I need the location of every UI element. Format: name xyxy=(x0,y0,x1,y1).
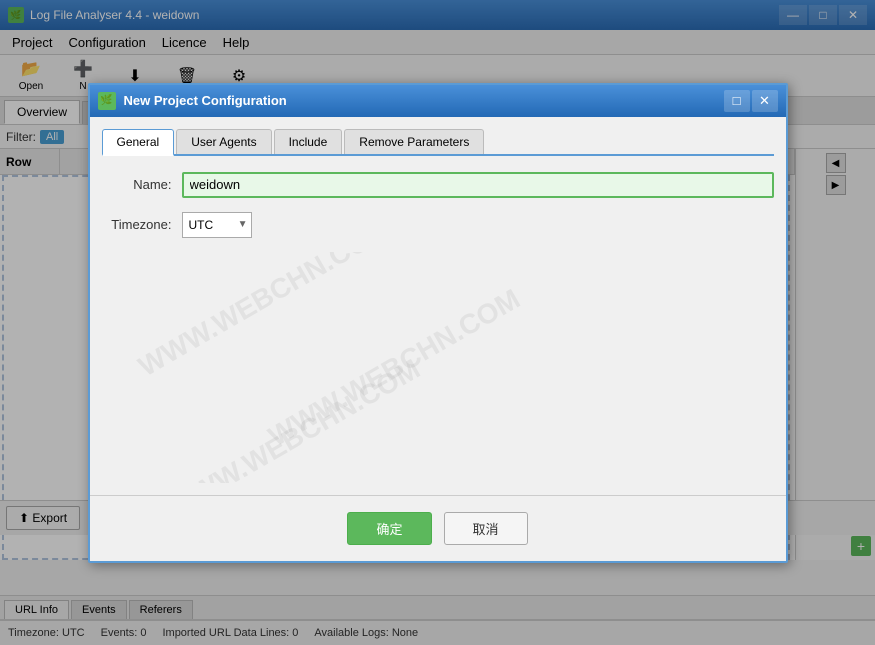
watermark-3: WWW.WEBCHN.COM xyxy=(163,352,425,482)
dialog-tab-general[interactable]: General xyxy=(102,129,175,156)
dialog-titlebar: 🌿 New Project Configuration □ ✕ xyxy=(90,85,786,117)
watermark-1: WWW.WEBCHN.COM xyxy=(133,252,395,383)
form-name-row: Name: xyxy=(102,172,774,198)
timezone-select-wrapper: UTC EST PST GMT CST ▼ xyxy=(182,212,252,238)
dialog-icon: 🌿 xyxy=(98,92,116,110)
form-timezone-row: Timezone: UTC EST PST GMT CST ▼ xyxy=(102,212,774,238)
confirm-button[interactable]: 确定 xyxy=(347,512,431,545)
name-input[interactable] xyxy=(182,172,774,198)
dialog-controls: □ ✕ xyxy=(724,90,778,112)
dialog-footer: 确定 取消 xyxy=(90,495,786,561)
dialog-content: General User Agents Include Remove Param… xyxy=(90,117,786,495)
dialog-title: New Project Configuration xyxy=(124,93,724,108)
dialog-tab-include[interactable]: Include xyxy=(274,129,343,154)
dialog-tab-remove-parameters[interactable]: Remove Parameters xyxy=(344,129,484,154)
dialog-maximize-button[interactable]: □ xyxy=(724,90,750,112)
dialog-tab-user-agents[interactable]: User Agents xyxy=(176,129,271,154)
dialog-tabs: General User Agents Include Remove Param… xyxy=(102,129,774,156)
modal-overlay: 🌿 New Project Configuration □ ✕ General … xyxy=(0,0,875,645)
watermark-2: WWW.WEBCHN.COM xyxy=(263,282,525,452)
dialog-close-button[interactable]: ✕ xyxy=(752,90,778,112)
dialog-new-project: 🌿 New Project Configuration □ ✕ General … xyxy=(88,83,788,563)
timezone-label: Timezone: xyxy=(102,217,182,232)
cancel-button[interactable]: 取消 xyxy=(444,512,528,545)
timezone-select[interactable]: UTC EST PST GMT CST xyxy=(182,212,252,238)
name-label: Name: xyxy=(102,177,182,192)
